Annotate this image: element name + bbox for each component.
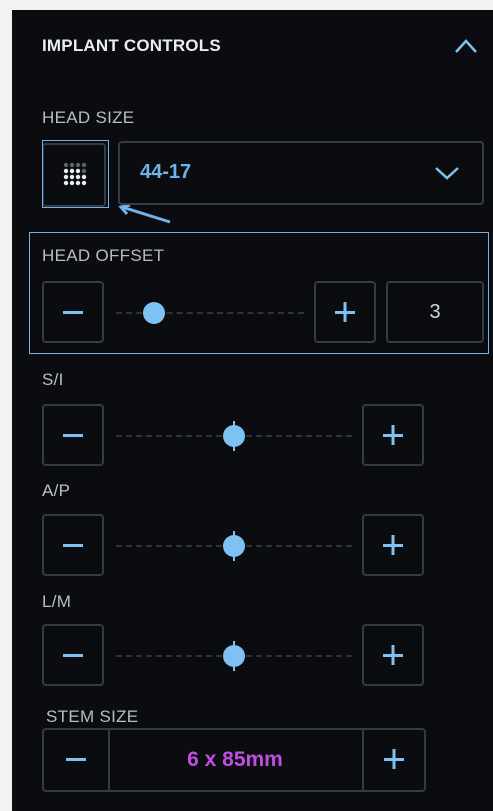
ap-plus-button[interactable] [362, 514, 424, 576]
plus-icon [383, 535, 403, 555]
lm-slider-thumb[interactable] [223, 645, 245, 667]
minus-icon [63, 544, 83, 547]
minus-icon [66, 758, 86, 761]
head-offset-minus-button[interactable] [42, 281, 104, 343]
stem-size-plus-button[interactable] [364, 730, 424, 790]
head-offset-label: HEAD OFFSET [42, 246, 165, 265]
plus-icon [383, 645, 403, 665]
panel-title: IMPLANT CONTROLS [42, 36, 221, 55]
chevron-down-icon [435, 167, 459, 180]
stem-size-label: STEM SIZE [46, 707, 139, 726]
plus-icon [335, 302, 355, 322]
plus-icon [384, 749, 404, 769]
head-size-value: 44-17 [140, 161, 192, 183]
head-offset-slider-thumb[interactable] [142, 302, 165, 324]
lm-minus-button[interactable] [42, 624, 104, 686]
si-minus-button[interactable] [42, 404, 104, 466]
si-plus-button[interactable] [362, 404, 424, 466]
minus-icon [63, 434, 83, 437]
chevron-up-icon [455, 39, 477, 53]
head-offset-value: 3 [386, 281, 484, 343]
stem-size-value: 6 x 85mm [187, 748, 283, 771]
stem-size-control: 6 x 85mm [42, 728, 426, 792]
pointer-arrow-icon [118, 204, 171, 224]
ap-slider-thumb[interactable] [223, 535, 245, 557]
si-label: S/I [42, 370, 64, 389]
minus-icon [63, 654, 83, 657]
grid-button-selection-highlight [42, 140, 109, 208]
si-slider-thumb[interactable] [223, 425, 245, 447]
minus-icon [63, 311, 83, 314]
lm-plus-button[interactable] [362, 624, 424, 686]
head-size-label: HEAD SIZE [42, 108, 135, 127]
ap-minus-button[interactable] [42, 514, 104, 576]
head-size-dropdown[interactable]: 44-17 [118, 141, 484, 205]
head-offset-plus-button[interactable] [314, 281, 376, 343]
collapse-button[interactable] [452, 36, 480, 56]
implant-controls-panel: IMPLANT CONTROLS HEAD SIZE 44-17 HEAD OF… [12, 10, 493, 811]
ap-label: A/P [42, 481, 71, 500]
lm-label: L/M [42, 592, 72, 611]
plus-icon [383, 425, 403, 445]
stem-size-minus-button[interactable] [44, 730, 108, 790]
